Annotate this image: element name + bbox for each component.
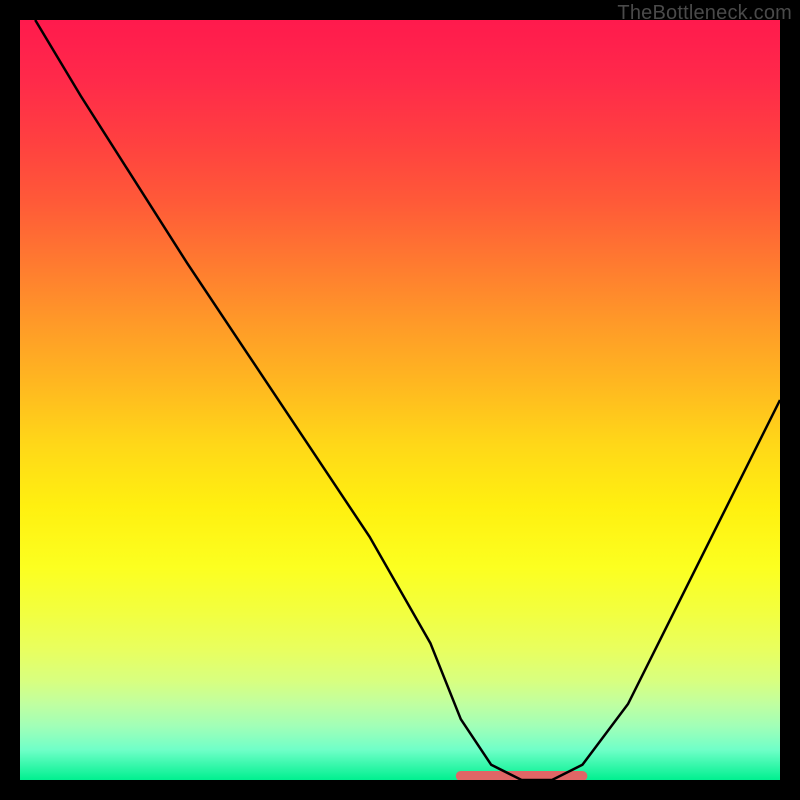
chart-background-gradient (20, 20, 780, 780)
watermark-text: TheBottleneck.com (617, 2, 792, 25)
chart-frame: TheBottleneck.com (0, 0, 800, 800)
